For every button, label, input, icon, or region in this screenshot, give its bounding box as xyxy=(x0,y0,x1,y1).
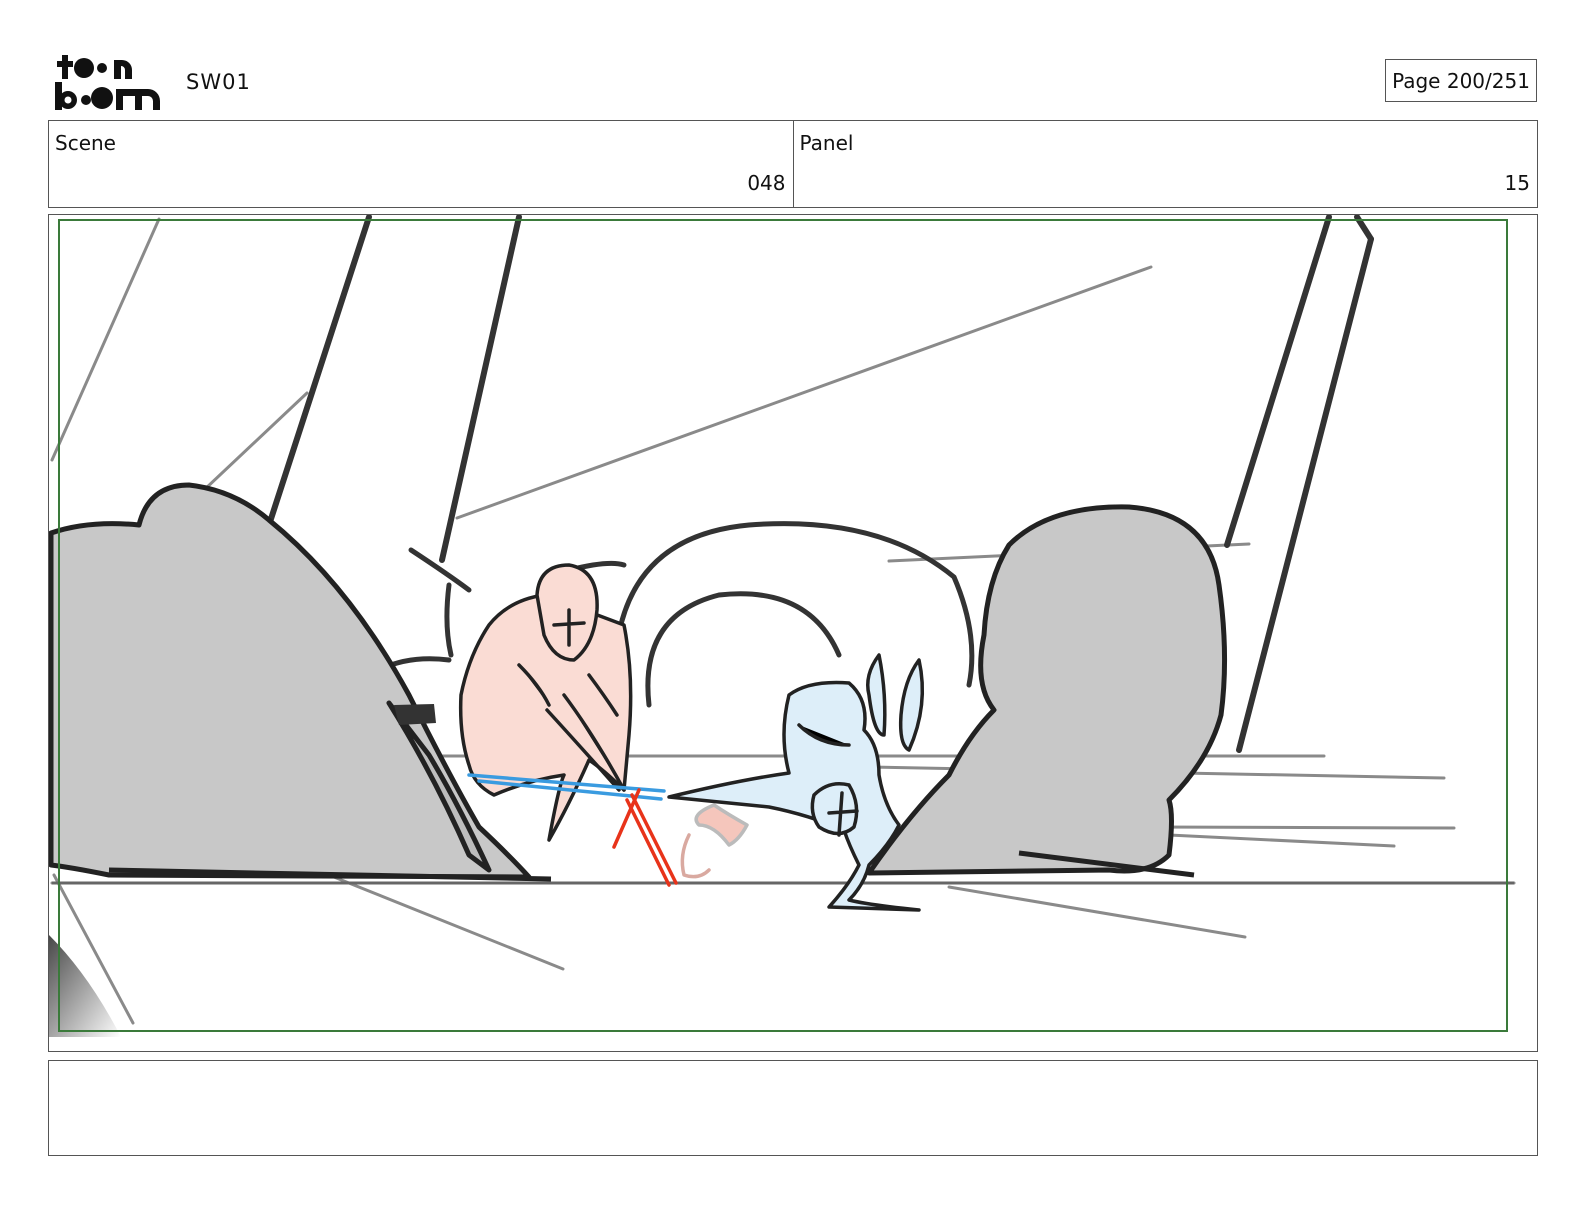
page-label: Page 200/251 xyxy=(1392,68,1530,93)
panel-notes xyxy=(48,1060,1538,1156)
panel-number: 15 xyxy=(1504,171,1530,195)
panel-label: Panel xyxy=(799,131,854,155)
scene-cell: Scene 048 xyxy=(49,121,793,207)
storyboard-panel xyxy=(48,214,1538,1052)
page-counter: Page 200/251 xyxy=(1385,59,1537,102)
panel-drawing xyxy=(49,215,1516,1037)
red-lightsaber xyxy=(612,788,678,887)
scene-label: Scene xyxy=(55,131,116,155)
scene-panel-info: Scene 048 Panel 15 xyxy=(48,120,1538,208)
left-rock-shelf xyxy=(394,704,436,725)
toonboom-logo xyxy=(55,55,160,110)
scene-number: 048 xyxy=(747,171,786,195)
project-code: SW01 xyxy=(186,70,251,94)
panel-cell: Panel 15 xyxy=(792,121,1538,207)
left-figure xyxy=(458,563,749,879)
left-rocks xyxy=(49,482,532,880)
